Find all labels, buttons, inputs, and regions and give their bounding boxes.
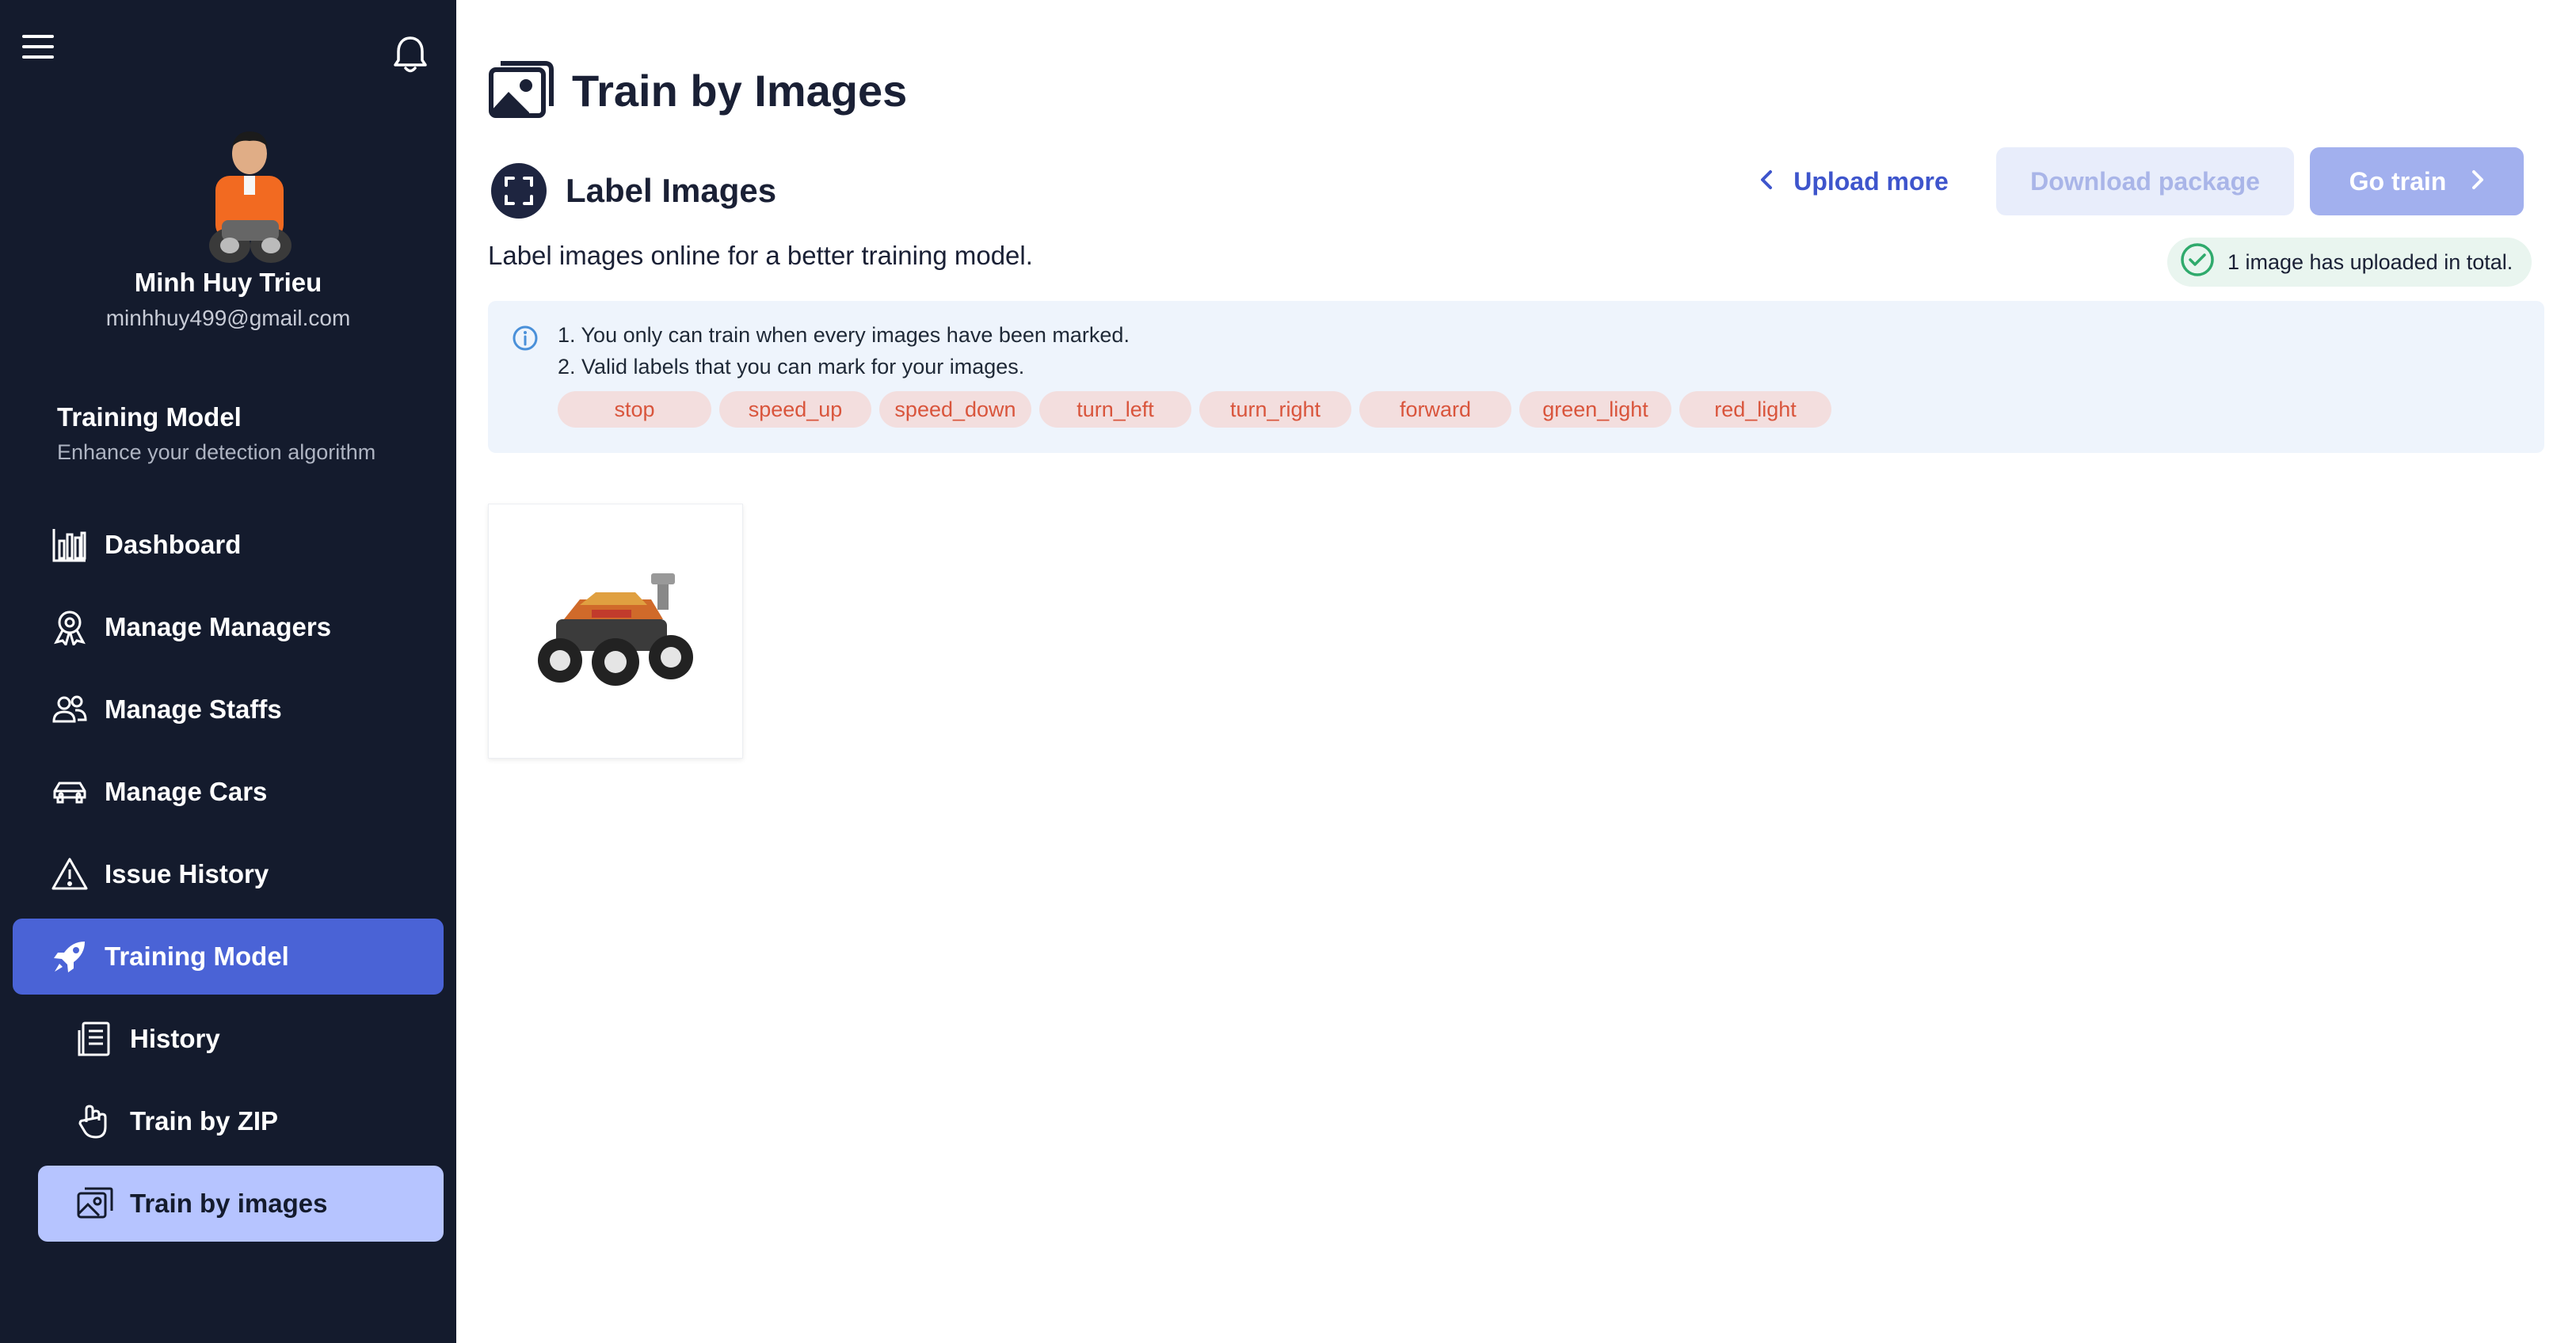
go-train-button[interactable]: Go train: [2310, 147, 2524, 215]
sidebar-item-manage-cars[interactable]: Manage Cars: [13, 754, 444, 830]
section-subtitle: Enhance your detection algorithm: [57, 440, 376, 464]
sidebar-subitem-train-by-images[interactable]: Train by images: [38, 1166, 444, 1242]
car-icon: [49, 771, 90, 812]
images-icon: [74, 1183, 116, 1224]
upload-more-label: Upload more: [1793, 166, 1949, 196]
sidebar-item-label: Manage Managers: [105, 612, 332, 641]
download-package-label: Download package: [2030, 166, 2260, 196]
sidebar-item-label: Issue History: [105, 859, 269, 888]
sidebar-item-label: Training Model: [105, 942, 289, 971]
label-tag: stop: [558, 391, 711, 428]
warning-icon: [49, 854, 90, 895]
check-circle-icon: [2180, 242, 2215, 283]
avatar[interactable]: [198, 127, 301, 269]
sidebar: Minh Huy Trieu minhhuy499@gmail.com Trai…: [0, 0, 456, 1343]
info-line-2: 2. Valid labels that you can mark for yo…: [558, 355, 1025, 379]
rc-car-image: [538, 573, 693, 686]
rocket-icon: [49, 936, 90, 977]
info-icon: [512, 325, 539, 356]
sidebar-item-label: History: [130, 1024, 220, 1053]
sidebar-item-label: Train by ZIP: [130, 1106, 279, 1136]
upload-status-badge: 1 image has uploaded in total.: [2167, 238, 2532, 287]
sidebar-item-manage-managers[interactable]: Manage Managers: [13, 589, 444, 665]
sidebar-item-label: Manage Cars: [105, 777, 268, 806]
page-header: Train by Images: [488, 59, 907, 123]
user-email: minhhuy499@gmail.com: [105, 306, 351, 330]
user-name: Minh Huy Trieu: [134, 268, 322, 297]
sidebar-item-dashboard[interactable]: Dashboard: [13, 507, 444, 583]
sidebar-subitem-train-by-zip[interactable]: Train by ZIP: [38, 1083, 444, 1159]
sidebar-item-label: Dashboard: [105, 530, 242, 559]
upload-more-button[interactable]: Upload more: [1740, 147, 1969, 215]
sidebar-item-label: Train by images: [130, 1189, 328, 1218]
info-line-1: 1. You only can train when every images …: [558, 323, 1130, 347]
label-tag: green_light: [1519, 391, 1671, 428]
image-thumbnail[interactable]: [488, 504, 743, 759]
bar-chart-icon: [49, 524, 90, 565]
list-doc-icon: [74, 1018, 116, 1060]
section-title: Training Model: [57, 402, 242, 432]
sidebar-item-issue-history[interactable]: Issue History: [13, 836, 444, 912]
section-heading: Label Images: [566, 172, 777, 209]
chevron-left-icon: [1760, 167, 1773, 196]
scan-icon: [491, 163, 547, 219]
page-title: Train by Images: [572, 66, 908, 116]
label-tag: speed_down: [879, 391, 1031, 428]
label-images-header: Label Images: [491, 163, 776, 219]
label-tag: turn_right: [1199, 391, 1351, 428]
label-tag: turn_left: [1039, 391, 1191, 428]
label-tags: stop speed_up speed_down turn_left turn_…: [558, 391, 1839, 428]
sidebar-item-training-model[interactable]: Training Model: [13, 919, 444, 995]
chevron-right-icon: [2471, 167, 2484, 196]
images-icon: [488, 59, 554, 123]
section-description: Label images online for a better trainin…: [488, 241, 1033, 270]
label-tag: forward: [1359, 391, 1511, 428]
info-box: 1. You only can train when every images …: [488, 301, 2544, 453]
upload-status-text: 1 image has uploaded in total.: [2227, 249, 2513, 274]
main-content: Train by Images Label Images Label image…: [456, 0, 2576, 1343]
go-train-label: Go train: [2349, 166, 2447, 196]
users-icon: [49, 689, 90, 730]
label-tag: red_light: [1679, 391, 1831, 428]
award-icon: [49, 607, 90, 648]
menu-icon[interactable]: [21, 35, 55, 70]
label-tag: speed_up: [719, 391, 871, 428]
bell-icon[interactable]: [393, 35, 431, 76]
download-package-button[interactable]: Download package: [1996, 147, 2294, 215]
sidebar-item-label: Manage Staffs: [105, 694, 282, 724]
sidebar-item-manage-staffs[interactable]: Manage Staffs: [13, 672, 444, 748]
hand-icon: [74, 1101, 116, 1142]
sidebar-subitem-history[interactable]: History: [38, 1001, 444, 1077]
